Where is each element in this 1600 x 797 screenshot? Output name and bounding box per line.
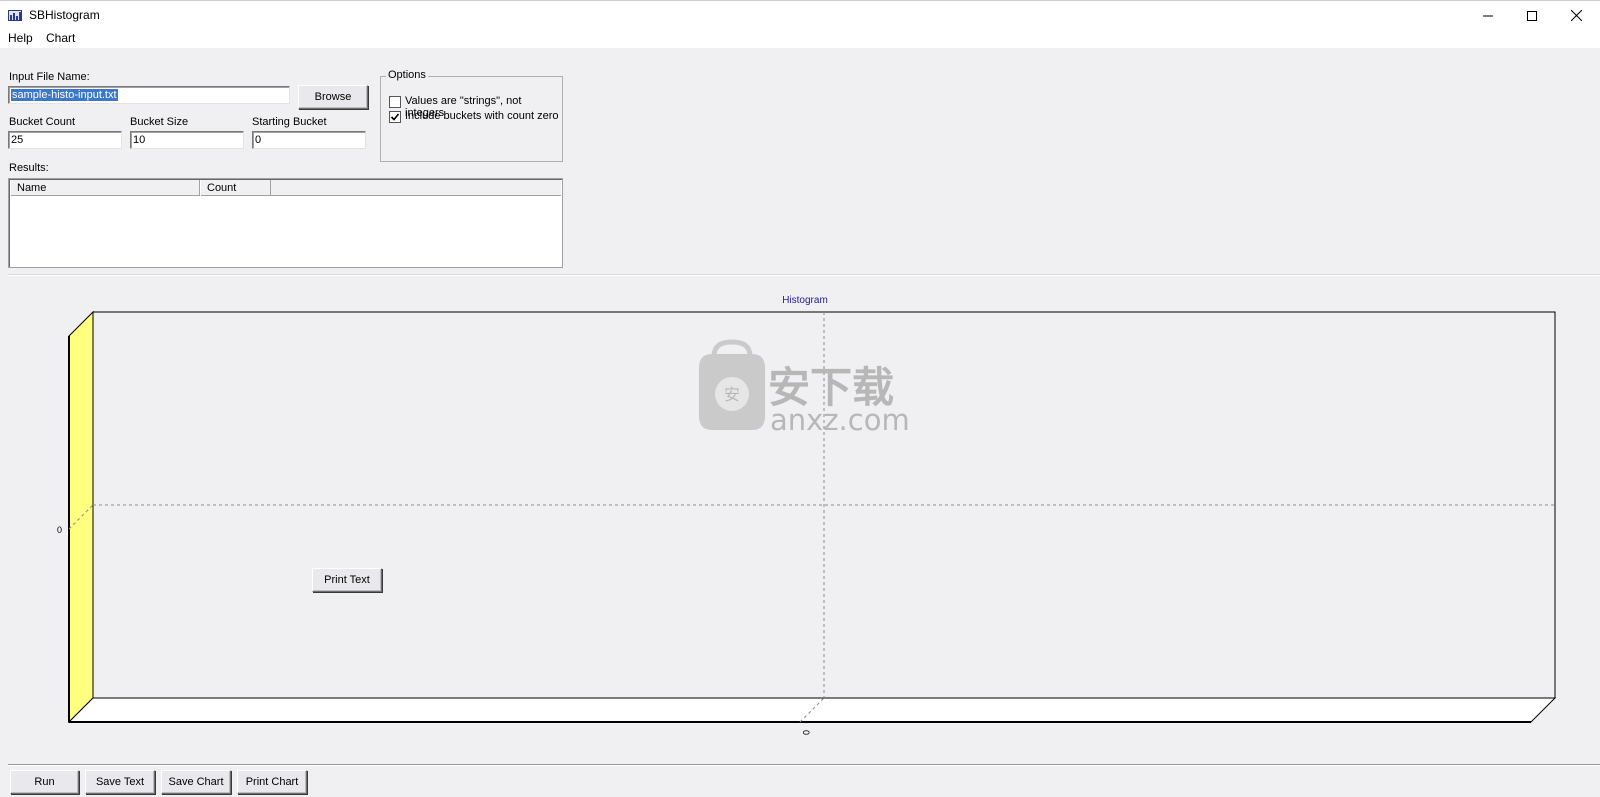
print-chart-button[interactable]: Print Chart [237,770,307,794]
save-chart-button[interactable]: Save Chart [161,770,231,794]
y-tick-label: 0 [57,525,62,535]
include-zero-option-label: Include buckets with count zero [405,110,559,122]
results-list[interactable]: Name Count [8,178,563,268]
options-title: Options [386,69,428,81]
menu-chart[interactable]: Chart [46,31,75,45]
browse-button[interactable]: Browse [298,85,368,109]
starting-bucket-label: Starting Bucket [252,116,327,128]
starting-bucket-field[interactable]: 0 [252,131,366,149]
column-count[interactable]: Count [200,180,271,196]
window-title: SBHistogram [29,8,100,22]
minimize-icon [1483,15,1493,16]
close-button[interactable] [1554,1,1598,30]
x-tick-label: 0 [801,730,811,735]
column-name[interactable]: Name [10,180,200,196]
print-text-button[interactable]: Print Text [312,568,382,592]
histogram-chart: Histogram 0 0 安 安下载 anxz.com [57,295,1557,735]
chart-left-wall [68,310,94,724]
menu-bar: Help Chart [0,29,1600,48]
title-bar: SBHistogram [0,0,1600,29]
bucket-count-field[interactable]: 25 [8,131,122,149]
chart-title: Histogram [782,295,828,306]
close-icon [1570,10,1582,21]
watermark-domain: anxz.com [770,403,910,437]
app-icon [8,10,22,21]
menu-help[interactable]: Help [8,31,33,45]
input-file-value: sample-histo-input.txt [11,89,118,101]
input-file-label: Input File Name: [9,71,90,83]
bucket-size-field[interactable]: 10 [130,131,244,149]
results-label: Results: [9,162,49,174]
minimize-button[interactable] [1466,1,1510,30]
results-header: Name Count [10,180,561,196]
strings-checkbox[interactable] [389,96,401,108]
watermark-badge: 安 [724,385,740,404]
maximize-icon [1527,10,1537,21]
save-text-button[interactable]: Save Text [85,770,155,794]
options-group: Options Values are "strings", not intege… [380,69,563,162]
chart-area: Histogram 0 0 安 安下载 anxz.com Print Text [0,276,1600,764]
maximize-button[interactable] [1510,1,1554,30]
chart-floor [67,697,1557,723]
bottom-separator [8,764,1600,766]
run-button[interactable]: Run [10,770,79,794]
bucket-size-label: Bucket Size [130,116,189,128]
input-file-field[interactable]: sample-histo-input.txt [8,86,290,104]
include-zero-checkbox[interactable] [389,111,401,123]
bucket-count-label: Bucket Count [9,116,76,128]
checkmark-icon [390,113,400,121]
